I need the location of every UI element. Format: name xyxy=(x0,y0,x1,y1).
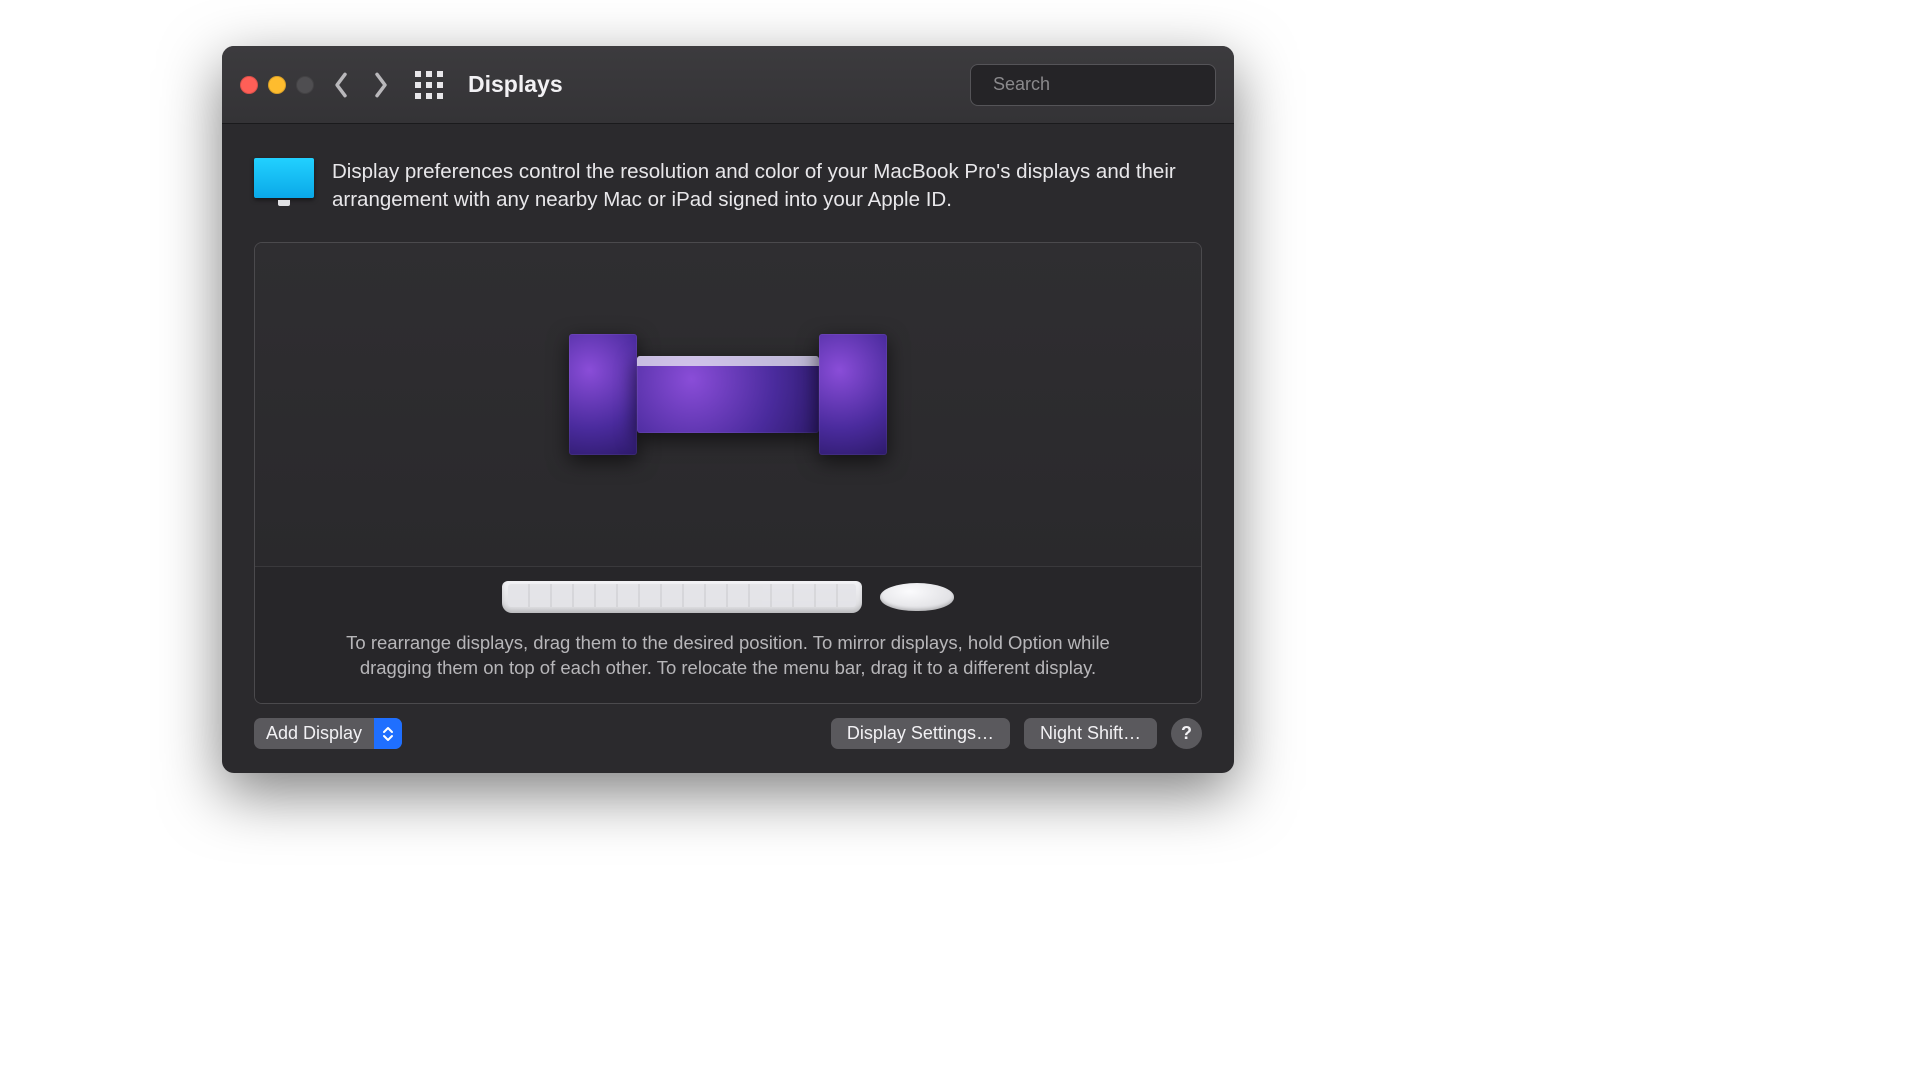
system-preferences-window: Displays Display preferences control the… xyxy=(222,46,1234,773)
titlebar: Displays xyxy=(222,46,1234,124)
chevron-left-icon xyxy=(333,71,349,99)
window-controls xyxy=(240,76,314,94)
add-display-toggle[interactable] xyxy=(374,718,402,749)
add-display-label: Add Display xyxy=(254,723,374,744)
add-display-dropdown[interactable]: Add Display xyxy=(254,718,402,749)
display-main[interactable] xyxy=(637,356,819,433)
display-right[interactable] xyxy=(819,334,887,455)
intro-row: Display preferences control the resoluti… xyxy=(254,158,1202,214)
content-area: Display preferences control the resoluti… xyxy=(222,124,1234,773)
grid-icon xyxy=(415,71,443,99)
menu-bar-handle[interactable] xyxy=(637,356,819,366)
display-settings-button[interactable]: Display Settings… xyxy=(831,718,1010,749)
intro-text: Display preferences control the resoluti… xyxy=(332,158,1202,214)
help-button[interactable]: ? xyxy=(1171,718,1202,749)
arrangement-footer: To rearrange displays, drag them to the … xyxy=(255,566,1201,703)
chevron-right-icon xyxy=(373,71,389,99)
arrangement-hint: To rearrange displays, drag them to the … xyxy=(338,631,1118,681)
back-button[interactable] xyxy=(328,67,354,103)
keyboard-icon xyxy=(502,581,862,613)
monitor-group xyxy=(569,334,887,455)
zoom-icon[interactable] xyxy=(296,76,314,94)
dropdown-arrows-icon xyxy=(382,726,394,742)
forward-button[interactable] xyxy=(368,67,394,103)
search-input[interactable] xyxy=(993,74,1225,95)
display-left[interactable] xyxy=(569,334,637,455)
arrangement-area[interactable] xyxy=(255,243,1201,566)
display-icon xyxy=(254,158,314,204)
page-title: Displays xyxy=(468,71,563,98)
arrangement-box: To rearrange displays, drag them to the … xyxy=(254,242,1202,704)
night-shift-button[interactable]: Night Shift… xyxy=(1024,718,1157,749)
minimize-icon[interactable] xyxy=(268,76,286,94)
show-all-button[interactable] xyxy=(414,70,444,100)
search-field[interactable] xyxy=(970,64,1216,106)
close-icon[interactable] xyxy=(240,76,258,94)
mouse-icon xyxy=(880,583,954,611)
bottom-button-row: Add Display Display Settings… Night Shif… xyxy=(254,718,1202,749)
peripherals-illustration xyxy=(295,581,1161,613)
